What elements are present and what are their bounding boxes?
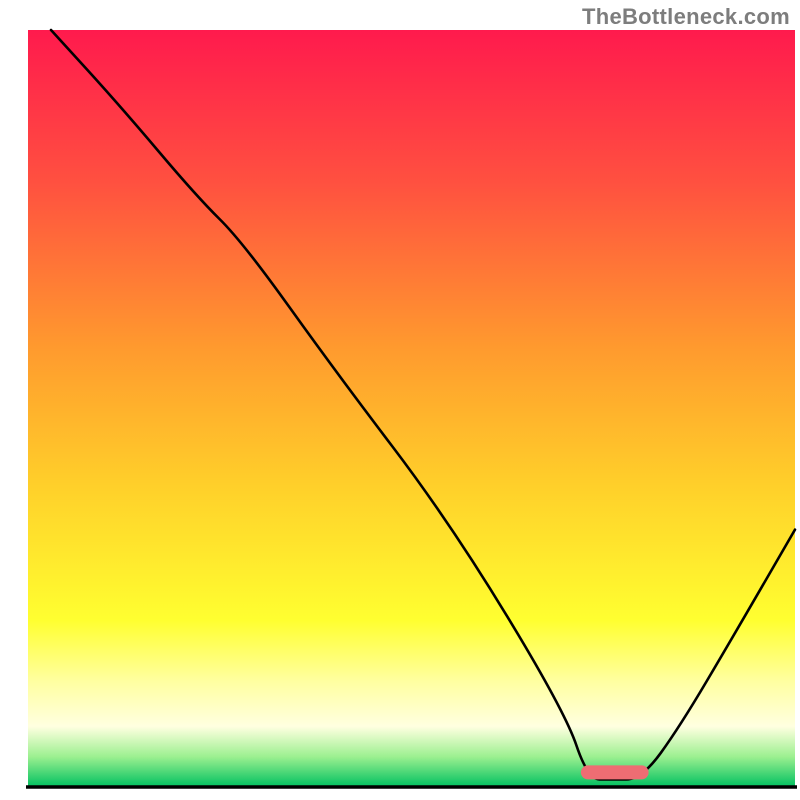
watermark-text: TheBottleneck.com	[582, 4, 790, 30]
bottleneck-chart	[0, 0, 800, 800]
plot-background	[28, 30, 795, 787]
chart-stage: TheBottleneck.com	[0, 0, 800, 800]
